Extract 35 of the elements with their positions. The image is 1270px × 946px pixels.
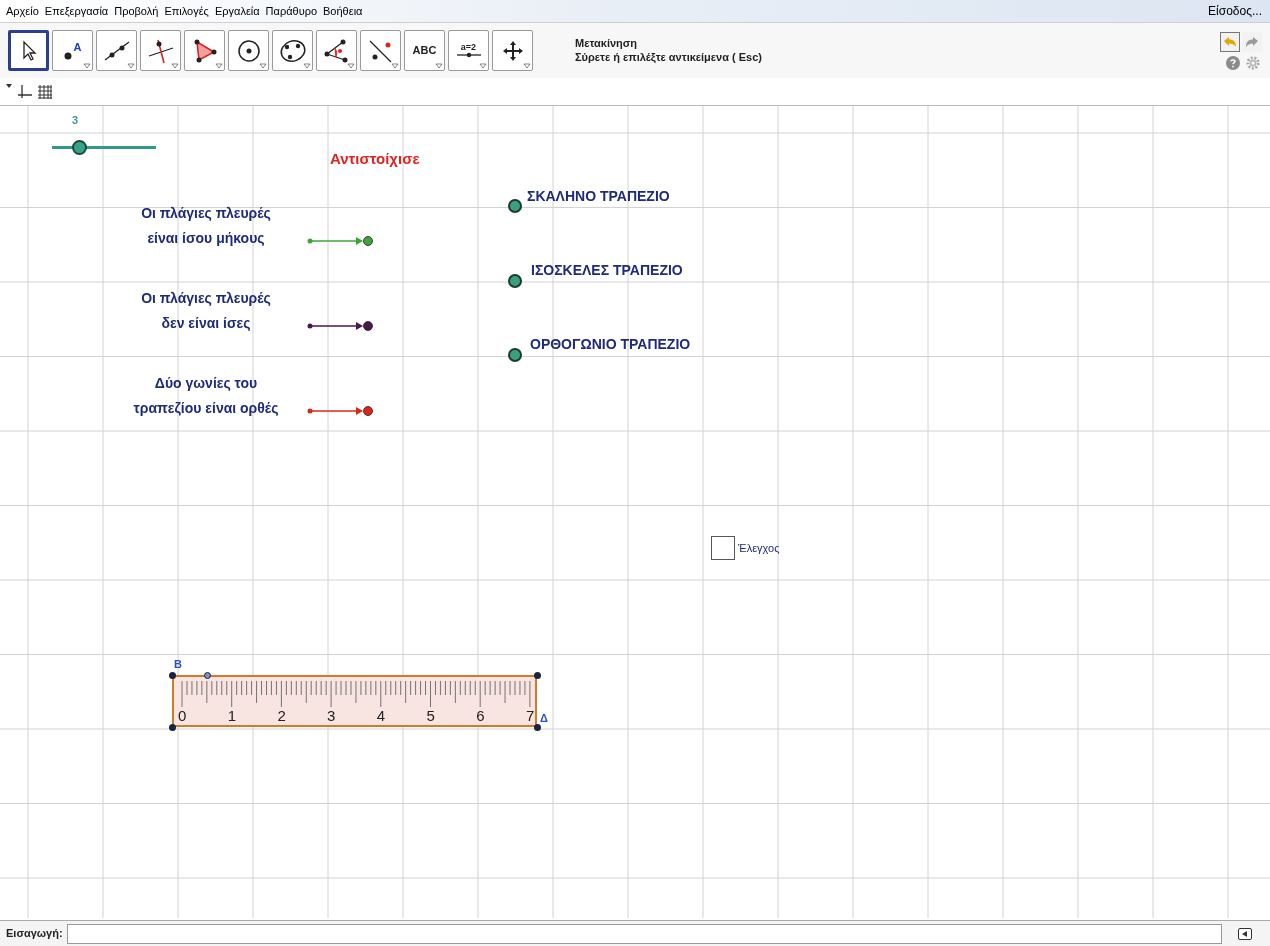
menu-item[interactable]: Επεξεργασία: [44, 2, 109, 20]
tool-button[interactable]: a=2: [448, 30, 489, 71]
tool-button[interactable]: A: [52, 30, 93, 71]
tool-button[interactable]: ABC: [404, 30, 445, 71]
point-letter: A: [73, 41, 82, 53]
ruler-number: 2: [277, 706, 286, 726]
ruler-number: 0: [178, 706, 187, 726]
shape-label: ΟΡΘΟΓΩΝΙΟ ΤΡΑΠΕΖΙΟ: [530, 335, 691, 354]
ruler-number: 1: [227, 706, 237, 726]
ruler-number: 7: [525, 706, 535, 726]
slider-value: 3: [72, 113, 79, 128]
shape-label: ΣΚΑΛΗΝΟ ΤΡΑΠΕΖΙΟ: [527, 187, 670, 206]
ruler-drawing[interactable]: 0 1 2 3 4 5 6 7: [172, 675, 537, 727]
point-label: Δ: [540, 711, 548, 726]
ruler-number: 5: [426, 706, 435, 726]
menu-item[interactable]: Προβολή: [114, 2, 159, 20]
login-link[interactable]: Είσοδος...: [1208, 2, 1262, 20]
heading-text: Αντιστοίχισε: [330, 149, 420, 169]
menu-item[interactable]: Εργαλεία: [214, 2, 260, 20]
point-label: B: [174, 657, 182, 672]
ruler-number: 6: [476, 706, 485, 726]
statement-text: Δύο γωνίες του τραπεζίου είναι ορθές: [132, 374, 280, 418]
tool-name: Μετακίνηση: [575, 36, 639, 51]
input-label: Εισαγωγή:: [6, 926, 63, 942]
tool-help-text: Σύρετε ή επιλέξτε αντικείμενα ( Esc): [575, 50, 762, 65]
statement-text: Οι πλάγιες πλευρές είναι ίσου μήκους: [140, 204, 272, 248]
ruler-number: 3: [327, 706, 336, 726]
ruler-number: 4: [376, 706, 386, 726]
menu-item[interactable]: Επιλογές: [164, 2, 209, 20]
menu-item[interactable]: Βοήθεια: [323, 2, 363, 20]
checkbox-label: Έλεγχος: [738, 540, 780, 556]
statement-text: Οι πλάγιες πλευρές δεν είναι ίσες: [140, 289, 272, 333]
menu-item[interactable]: Αρχείο: [6, 2, 39, 20]
menu-item[interactable]: Παράθυρο: [265, 2, 318, 20]
shape-label: ΙΣΟΣΚΕΛΕΣ ΤΡΑΠΕΖΙΟ: [531, 261, 683, 280]
